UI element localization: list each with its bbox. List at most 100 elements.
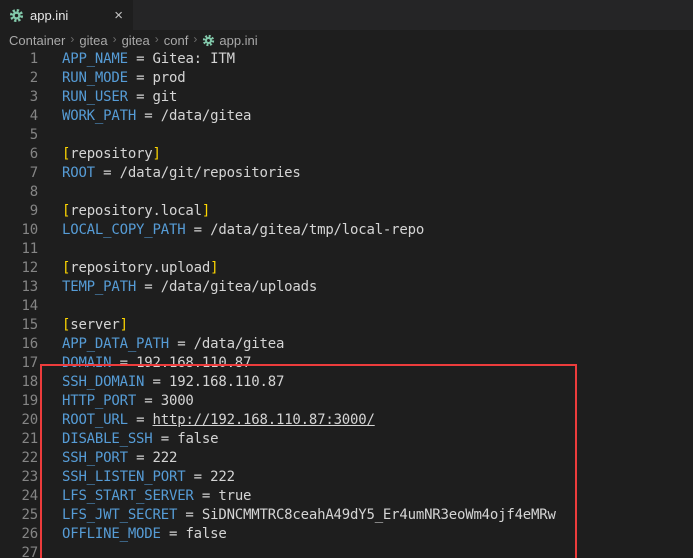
tab-app-ini[interactable]: app.ini × xyxy=(0,0,133,30)
code-line[interactable]: 9 [repository.local] xyxy=(0,202,693,221)
line-number[interactable]: 26 xyxy=(0,525,39,544)
code-line[interactable]: 17 DOMAIN = 192.168.110.87 xyxy=(0,354,693,373)
chevron-right-icon: › xyxy=(112,32,117,46)
line-number[interactable]: 17 xyxy=(0,354,39,373)
ini-key: DISABLE_SSH xyxy=(62,431,153,447)
ini-value: git xyxy=(152,89,178,105)
code-line[interactable]: 18 SSH_DOMAIN = 192.168.110.87 xyxy=(0,373,693,392)
code-line[interactable]: 2 RUN_MODE = prod xyxy=(0,69,693,88)
code-text: RUN_MODE = prod xyxy=(62,69,186,88)
code-line[interactable]: 5 xyxy=(0,126,693,145)
line-number[interactable]: 1 xyxy=(0,50,38,69)
code-line[interactable]: 19 HTTP_PORT = 3000 xyxy=(0,392,693,411)
code-line[interactable]: 7 ROOT = /data/git/repositories xyxy=(0,164,693,183)
code-line[interactable]: 11 xyxy=(0,240,693,259)
line-number[interactable]: 5 xyxy=(0,126,38,145)
line-number[interactable]: 23 xyxy=(0,468,39,487)
code-line[interactable]: 23 SSH_LISTEN_PORT = 222 xyxy=(0,468,693,487)
line-number[interactable]: 19 xyxy=(0,392,39,411)
ini-value: Gitea: ITM xyxy=(152,51,235,67)
line-number[interactable]: 4 xyxy=(0,107,38,126)
equals-operator: = xyxy=(136,393,161,409)
equals-operator: = xyxy=(168,336,194,352)
breadcrumb-item-gitea2[interactable]: gitea xyxy=(122,33,150,48)
code-line[interactable]: 15 [server] xyxy=(0,316,693,335)
bracket-close: ] xyxy=(201,203,211,219)
chevron-right-icon: › xyxy=(70,32,75,46)
gear-icon xyxy=(9,8,24,23)
code-area: 1 APP_NAME = Gitea: ITM 2 RUN_MODE = prod 3 R… xyxy=(0,50,693,558)
code-line[interactable]: 25 LFS_JWT_SECRET = SiDNCMMTRC8ceahA49dY5… xyxy=(0,506,693,525)
line-number[interactable]: 7 xyxy=(0,164,38,183)
ini-value: 3000 xyxy=(160,393,194,409)
ini-key: LOCAL_COPY_PATH xyxy=(62,222,186,238)
code-line[interactable]: 13 TEMP_PATH = /data/gitea/uploads xyxy=(0,278,693,297)
ini-value-link: http://192.168.110.87:3000/ xyxy=(152,412,375,428)
breadcrumb-item-container[interactable]: Container xyxy=(9,33,65,48)
line-number[interactable]: 2 xyxy=(0,69,38,88)
breadcrumb-file-label: app.ini xyxy=(219,32,258,48)
code-line[interactable]: 3 RUN_USER = git xyxy=(0,88,693,107)
code-text: [repository] xyxy=(62,145,161,164)
line-number[interactable]: 27 xyxy=(0,544,39,558)
equals-operator: = xyxy=(136,279,161,295)
line-number[interactable]: 15 xyxy=(0,316,39,335)
code-text: OFFLINE_MODE = false xyxy=(62,525,227,544)
line-number[interactable]: 6 xyxy=(0,145,38,164)
ini-value: prod xyxy=(152,70,186,86)
line-number[interactable]: 13 xyxy=(0,278,39,297)
bracket-open: [ xyxy=(62,203,71,219)
code-line[interactable]: 26 OFFLINE_MODE = false xyxy=(0,525,693,544)
line-number[interactable]: 20 xyxy=(0,411,39,430)
line-number[interactable]: 25 xyxy=(0,506,39,525)
ini-value: false xyxy=(177,431,219,447)
code-line[interactable]: 21 DISABLE_SSH = false xyxy=(0,430,693,449)
code-text: SSH_LISTEN_PORT = 222 xyxy=(62,468,235,487)
line-number[interactable]: 24 xyxy=(0,487,39,506)
line-number[interactable]: 14 xyxy=(0,297,39,316)
code-line[interactable]: 6 [repository] xyxy=(0,145,693,164)
ini-key: TEMP_PATH xyxy=(62,279,137,295)
code-text: RUN_USER = git xyxy=(62,88,177,107)
code-text: WORK_PATH = /data/gitea xyxy=(62,107,251,126)
code-line[interactable]: 20 ROOT_URL = http://192.168.110.87:3000/ xyxy=(0,411,693,430)
ini-key: OFFLINE_MODE xyxy=(62,526,161,542)
bracket-close: ] xyxy=(210,260,219,276)
close-icon[interactable]: × xyxy=(112,8,125,23)
breadcrumb-item-conf[interactable]: conf xyxy=(164,33,189,48)
line-number[interactable]: 3 xyxy=(0,88,38,107)
line-number[interactable]: 18 xyxy=(0,373,39,392)
code-line[interactable]: 8 xyxy=(0,183,693,202)
code-line[interactable]: 4 WORK_PATH = /data/gitea xyxy=(0,107,693,126)
equals-operator: = xyxy=(193,488,219,504)
breadcrumb-item-gitea[interactable]: gitea xyxy=(79,33,107,48)
tab-label: app.ini xyxy=(30,7,69,23)
code-line[interactable]: 24 LFS_START_SERVER = true xyxy=(0,487,693,506)
code-text: APP_DATA_PATH = /data/gitea xyxy=(62,335,284,354)
ini-key: SSH_LISTEN_PORT xyxy=(62,469,186,485)
line-number[interactable]: 12 xyxy=(0,259,39,278)
line-number[interactable]: 16 xyxy=(0,335,39,354)
equals-operator: = xyxy=(127,89,153,105)
code-line[interactable]: 1 APP_NAME = Gitea: ITM xyxy=(0,50,693,69)
code-line[interactable]: 22 SSH_PORT = 222 xyxy=(0,449,693,468)
line-number[interactable]: 8 xyxy=(0,183,38,202)
code-text: DOMAIN = 192.168.110.87 xyxy=(62,354,251,373)
code-line[interactable]: 10 LOCAL_COPY_PATH = /data/gitea/tmp/loca… xyxy=(0,221,693,240)
line-number[interactable]: 10 xyxy=(0,221,39,240)
line-number[interactable]: 21 xyxy=(0,430,39,449)
editor[interactable]: 1 APP_NAME = Gitea: ITM 2 RUN_MODE = prod 3 R… xyxy=(0,50,693,558)
line-number[interactable]: 22 xyxy=(0,449,39,468)
ini-key: RUN_MODE xyxy=(62,70,128,86)
code-line[interactable]: 14 xyxy=(0,297,693,316)
code-text: ROOT_URL = http://192.168.110.87:3000/ xyxy=(62,411,375,430)
equals-operator: = xyxy=(111,355,137,371)
line-number[interactable]: 9 xyxy=(0,202,38,221)
code-text: DISABLE_SSH = false xyxy=(62,430,219,449)
breadcrumb-item-file[interactable]: app.ini xyxy=(202,32,258,48)
code-line[interactable]: 27 xyxy=(0,544,693,558)
code-line[interactable]: 12 [repository.upload] xyxy=(0,259,693,278)
code-line[interactable]: 16 APP_DATA_PATH = /data/gitea xyxy=(0,335,693,354)
line-number[interactable]: 11 xyxy=(0,240,39,259)
ini-key: APP_DATA_PATH xyxy=(62,336,169,352)
